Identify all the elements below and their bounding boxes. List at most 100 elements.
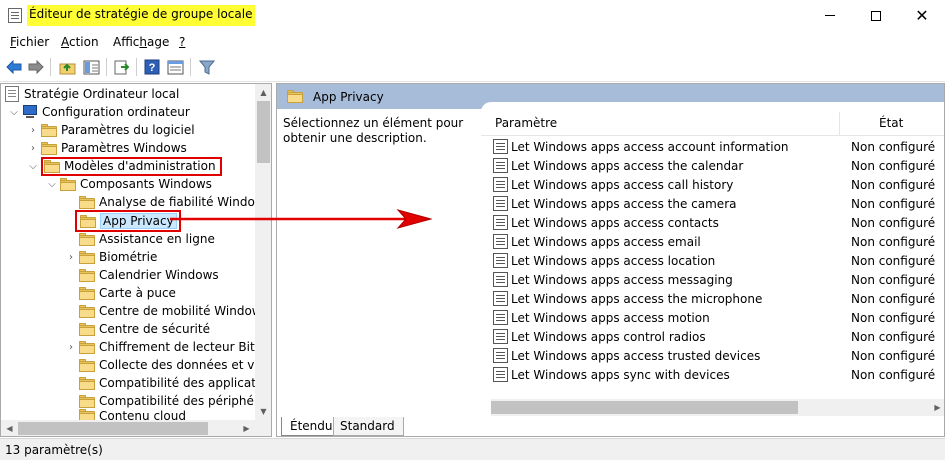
filter-button[interactable] [198, 58, 216, 76]
chevron-right-icon[interactable]: › [66, 338, 76, 356]
tree-item-app-compat[interactable]: Compatibilité des application [79, 374, 272, 392]
tree-item-smart-card[interactable]: Carte à puce [79, 284, 176, 302]
menu-action[interactable]: Action [61, 35, 99, 49]
setting-row[interactable]: Let Windows apps access call history Non … [493, 175, 944, 194]
scroll-left-icon[interactable]: ◀ [1, 420, 18, 436]
setting-row[interactable]: Let Windows apps access trusted devices N… [493, 346, 944, 365]
up-folder-button[interactable] [58, 58, 76, 76]
scroll-down-icon[interactable]: ▼ [255, 403, 271, 420]
menu-fichier[interactable]: Fichier [10, 35, 49, 49]
tree-item-bitlocker[interactable]: › Chiffrement de lecteur BitLo [66, 338, 269, 356]
setting-row[interactable]: Let Windows apps access account informat… [493, 137, 944, 156]
annotation-arrow [170, 209, 432, 229]
setting-icon [493, 215, 508, 230]
setting-row[interactable]: Let Windows apps control radios Non confi… [493, 327, 944, 346]
back-arrow-icon [6, 60, 22, 74]
setting-icon [493, 196, 508, 211]
setting-state: Non configuré [851, 329, 936, 344]
tree-item-admin-templates[interactable]: ⌵ Modèles d'administration [28, 156, 222, 176]
folder-icon [79, 358, 95, 372]
maximize-button[interactable] [853, 0, 899, 31]
scroll-thumb[interactable] [18, 422, 208, 435]
properties-view-icon [167, 60, 183, 74]
properties-view-button[interactable] [166, 58, 184, 76]
setting-row[interactable]: Let Windows apps access the microphone No… [493, 289, 944, 308]
tree-item-windows-settings[interactable]: › Paramètres Windows [28, 139, 187, 157]
chevron-right-icon[interactable]: › [28, 121, 38, 139]
toolbar-separator [106, 58, 107, 76]
tree-item-label: Modèles d'administration [64, 159, 216, 173]
tree-item-computer-configuration[interactable]: ⌵ Configuration ordinateur [9, 103, 190, 121]
setting-row[interactable]: Let Windows apps access motion Non config… [493, 308, 944, 327]
menu-help[interactable]: ? [179, 35, 185, 49]
column-header-name[interactable]: Paramètre [495, 116, 557, 130]
setting-name: Let Windows apps access contacts [511, 215, 719, 230]
chevron-down-icon[interactable]: ⌵ [28, 157, 38, 175]
menu-label: age [147, 35, 170, 49]
tree-pane: Stratégie Ordinateur local ⌵ Configurati… [0, 83, 272, 437]
tree-item-software-settings[interactable]: › Paramètres du logiciel [28, 121, 195, 139]
menu-affichage[interactable]: Affichage [113, 35, 169, 49]
close-button[interactable]: ✕ [899, 0, 945, 31]
chevron-down-icon[interactable]: ⌵ [9, 103, 19, 121]
help-button[interactable]: ? [143, 58, 161, 76]
status-text: 13 paramètre(s) [5, 443, 103, 457]
tree-item-biometrics[interactable]: › Biométrie [66, 248, 157, 266]
minimize-button[interactable] [807, 0, 853, 31]
tree-item-label: Compatibilité des application [99, 376, 272, 390]
chevron-right-icon[interactable]: › [66, 248, 76, 266]
setting-icon [493, 177, 508, 192]
tree-item-mobility-center[interactable]: Centre de mobilité Windows [79, 302, 268, 320]
tree-item-root[interactable]: Stratégie Ordinateur local [5, 85, 179, 103]
tree-item-label: Assistance en ligne [99, 232, 215, 246]
tree-item-app-privacy[interactable]: App Privacy [75, 210, 181, 232]
setting-state: Non configuré [851, 215, 936, 230]
tree-item-windows-components[interactable]: ⌵ Composants Windows [47, 175, 212, 193]
scroll-thumb[interactable] [257, 101, 270, 163]
tree-item-security-center[interactable]: Centre de sécurité [79, 320, 210, 338]
folder-icon [287, 90, 303, 103]
details-horizontal-scrollbar[interactable]: ▶ [491, 399, 944, 416]
folder-icon [60, 177, 76, 191]
column-header-state[interactable]: État [879, 116, 903, 130]
tree-item-data-collection[interactable]: Collecte des données et vers [79, 356, 271, 374]
setting-row[interactable]: Let Windows apps access the calendar Non … [493, 156, 944, 175]
export-list-button[interactable] [113, 58, 131, 76]
tab-standard[interactable]: Standard [333, 417, 404, 436]
chevron-right-icon[interactable]: › [28, 139, 38, 157]
back-button[interactable] [5, 58, 23, 76]
setting-row[interactable]: Let Windows apps access location Non conf… [493, 251, 944, 270]
close-icon: ✕ [915, 5, 929, 25]
setting-row[interactable]: Let Windows apps access the camera Non co… [493, 194, 944, 213]
tree-item-device-compat[interactable]: Compatibilité des périphériq [79, 392, 270, 410]
show-hide-tree-button[interactable] [82, 58, 100, 76]
setting-row[interactable]: Let Windows apps sync with devices Non co… [493, 365, 944, 384]
maximize-icon [871, 10, 881, 21]
forward-button[interactable] [27, 58, 45, 76]
tree-horizontal-scrollbar[interactable]: ◀ ▶ [1, 420, 255, 436]
scroll-up-icon[interactable]: ▲ [255, 84, 271, 101]
column-divider[interactable] [839, 112, 840, 136]
app-privacy-annotation-box: App Privacy [75, 210, 181, 232]
tree-item-windows-calendar[interactable]: Calendrier Windows [79, 266, 219, 284]
scroll-thumb[interactable] [491, 401, 798, 414]
scroll-right-icon[interactable]: ▶ [238, 420, 255, 436]
setting-name: Let Windows apps access the camera [511, 196, 737, 211]
setting-row[interactable]: Let Windows apps access email Non configu… [493, 232, 944, 251]
scroll-right-icon[interactable]: ▶ [929, 399, 944, 416]
status-bar: 13 paramètre(s) [0, 438, 945, 460]
chevron-down-icon[interactable]: ⌵ [47, 175, 57, 193]
tree-vertical-scrollbar[interactable]: ▲ ▼ [255, 84, 271, 420]
folder-icon [79, 340, 95, 354]
tree-item-online-assistance[interactable]: Assistance en ligne [79, 230, 215, 248]
setting-state: Non configuré [851, 291, 936, 306]
setting-icon [493, 253, 508, 268]
details-pane: App Privacy Sélectionnez un élément pour… [276, 83, 945, 437]
setting-row[interactable]: Let Windows apps access messaging Non con… [493, 270, 944, 289]
setting-row[interactable]: Let Windows apps access contacts Non conf… [493, 213, 944, 232]
setting-name: Let Windows apps access account informat… [511, 139, 789, 154]
setting-name: Let Windows apps access trusted devices [511, 348, 761, 363]
tree-item-label: Centre de mobilité Windows [99, 304, 268, 318]
menu-accel: ? [179, 35, 186, 49]
window-title: Éditeur de stratégie de groupe locale [27, 5, 256, 26]
